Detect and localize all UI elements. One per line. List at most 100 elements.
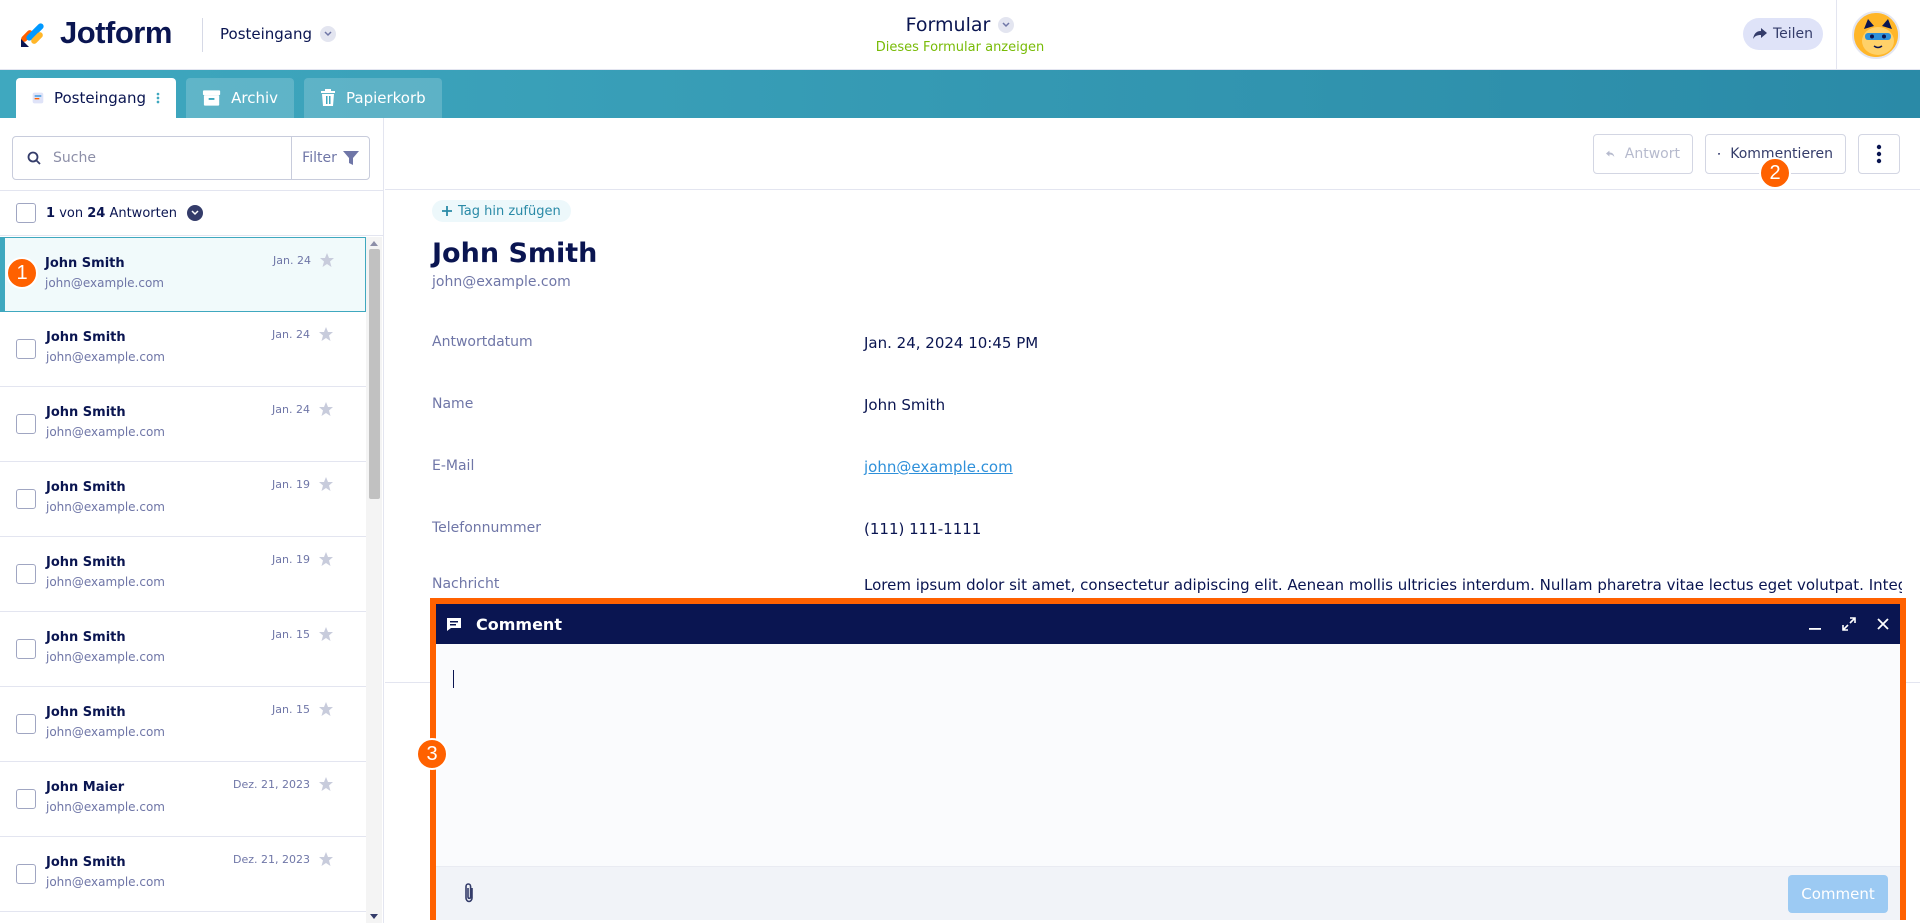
avatar[interactable] [1852, 11, 1900, 59]
search-icon [27, 151, 41, 165]
comment-icon [1718, 153, 1721, 155]
search-placeholder: Suche [53, 150, 96, 166]
submission-title: John Smith [432, 238, 598, 269]
submitter-name: John Smith [46, 405, 126, 420]
search-input[interactable]: Suche [13, 137, 291, 179]
row-checkbox[interactable] [16, 489, 36, 509]
comment-modal: Comment Comment [430, 598, 1906, 920]
star-icon[interactable] [318, 626, 334, 642]
filter-funnel-icon [342, 151, 359, 165]
star-icon[interactable] [318, 851, 334, 867]
star-icon[interactable] [318, 701, 334, 717]
submitter-email: john@example.com [46, 725, 165, 739]
form-title-dropdown[interactable]: Formular [906, 14, 1015, 36]
row-checkbox[interactable] [16, 414, 36, 434]
comment-icon [447, 617, 461, 631]
share-button[interactable]: Teilen [1743, 18, 1823, 50]
list-item[interactable]: John Smith john@example.com Jan. 15 [0, 687, 366, 762]
archive-icon [202, 90, 221, 106]
selection-count: 1 von 24 Antworten [46, 205, 177, 221]
form-title-block: Formular Dieses Formular anzeigen [0, 14, 1920, 55]
submitter-name: John Smith [46, 555, 126, 570]
list-item[interactable]: John Maier john@example.com Dez. 21, 202… [0, 762, 366, 837]
chevron-down-icon[interactable] [186, 205, 203, 221]
submitter-email: john@example.com [45, 276, 164, 290]
add-tag-label: Tag hin zufügen [458, 203, 561, 219]
scrollbar-thumb[interactable] [369, 249, 380, 499]
row-checkbox[interactable] [16, 714, 36, 734]
submissions-sidebar: Suche Filter 1 von 24 Antworten John Smi… [0, 118, 384, 923]
star-icon[interactable] [318, 326, 334, 342]
list-item[interactable]: John Smith john@example.com Dez. 21, 202… [0, 837, 366, 912]
reply-button[interactable]: Antwort [1593, 134, 1693, 174]
row-checkbox[interactable] [16, 339, 36, 359]
submission-date: Dez. 21, 2023 [233, 778, 310, 791]
close-icon[interactable] [1876, 617, 1890, 631]
star-icon[interactable] [318, 401, 334, 417]
submitter-email: john@example.com [46, 575, 165, 589]
submitter-email: john@example.com [46, 425, 165, 439]
more-vertical-icon [1876, 144, 1882, 164]
submission-date: Dez. 21, 2023 [233, 853, 310, 866]
submitter-name: John Smith [46, 855, 126, 870]
submit-comment-button[interactable]: Comment [1788, 875, 1888, 913]
field-value: john@example.com [864, 458, 1013, 476]
comment-textarea[interactable] [436, 644, 1900, 866]
star-icon[interactable] [318, 476, 334, 492]
tab-label: Posteingang [53, 89, 146, 107]
list-item[interactable]: John Smith john@example.com Jan. 24 [0, 312, 366, 387]
submission-date: Jan. 15 [272, 628, 310, 641]
expand-icon[interactable] [1842, 617, 1856, 631]
list-item[interactable]: John Smith john@example.com Jan. 24 [0, 237, 366, 312]
submission-toolbar: Antwort Kommentieren [385, 118, 1920, 190]
scroll-up-arrow-icon[interactable] [370, 240, 378, 246]
list-item[interactable]: John Smith john@example.com Jan. 19 [0, 537, 366, 612]
chevron-down-icon [998, 17, 1015, 33]
more-options-button[interactable] [1858, 134, 1900, 174]
row-checkbox[interactable] [16, 639, 36, 659]
field-value: (111) 111-1111 [864, 520, 982, 538]
header-divider [1836, 0, 1837, 70]
paperclip-icon[interactable] [462, 882, 476, 904]
submission-date: Jan. 24 [272, 328, 310, 341]
tab-label: Archiv [231, 89, 278, 107]
tab-archive[interactable]: Archiv [186, 78, 294, 118]
tab-inbox[interactable]: Posteingang [16, 78, 176, 118]
view-form-link[interactable]: Dieses Formular anzeigen [0, 40, 1920, 55]
step-badge: 2 [1759, 157, 1791, 189]
submission-date: Jan. 19 [272, 553, 310, 566]
submitter-name: John Smith [45, 256, 125, 271]
scroll-down-arrow-icon[interactable] [370, 914, 378, 920]
row-checkbox[interactable] [16, 864, 36, 884]
step-badge: 3 [416, 738, 448, 770]
filter-button[interactable]: Filter [291, 137, 369, 179]
list-scrollbar[interactable] [366, 237, 382, 923]
minimize-icon[interactable] [1808, 617, 1822, 631]
email-link[interactable]: john@example.com [864, 458, 1013, 476]
row-checkbox[interactable] [16, 564, 36, 584]
inbox-tab-bar: Posteingang Archiv Papierkorb [0, 70, 1920, 118]
submitter-name: John Smith [46, 330, 126, 345]
star-icon[interactable] [318, 551, 334, 567]
tab-label: Papierkorb [346, 89, 426, 107]
field-label: Antwortdatum [432, 334, 533, 350]
star-icon[interactable] [319, 252, 335, 268]
submission-date: Jan. 15 [272, 703, 310, 716]
inbox-icon [32, 92, 44, 104]
star-icon[interactable] [318, 776, 334, 792]
form-title: Formular [905, 14, 991, 36]
list-item[interactable]: John Smith john@example.com Jan. 19 [0, 462, 366, 537]
select-all-checkbox[interactable] [16, 203, 36, 223]
submitter-name: John Smith [46, 705, 126, 720]
add-tag-button[interactable]: Tag hin zufügen [432, 200, 571, 222]
tab-trash[interactable]: Papierkorb [304, 78, 442, 118]
list-item[interactable]: John Smith john@example.com Jan. 24 [0, 387, 366, 462]
field-label: Nachricht [432, 576, 500, 592]
field-value: John Smith [864, 396, 946, 414]
list-item[interactable]: John Smith john@example.com Jan. 15 [0, 612, 366, 687]
share-arrow-icon [1752, 28, 1767, 39]
submission-date: Jan. 24 [272, 403, 310, 416]
field-value: Jan. 24, 2024 10:45 PM [864, 334, 1039, 352]
row-checkbox[interactable] [16, 789, 36, 809]
more-vertical-icon[interactable] [156, 89, 160, 107]
